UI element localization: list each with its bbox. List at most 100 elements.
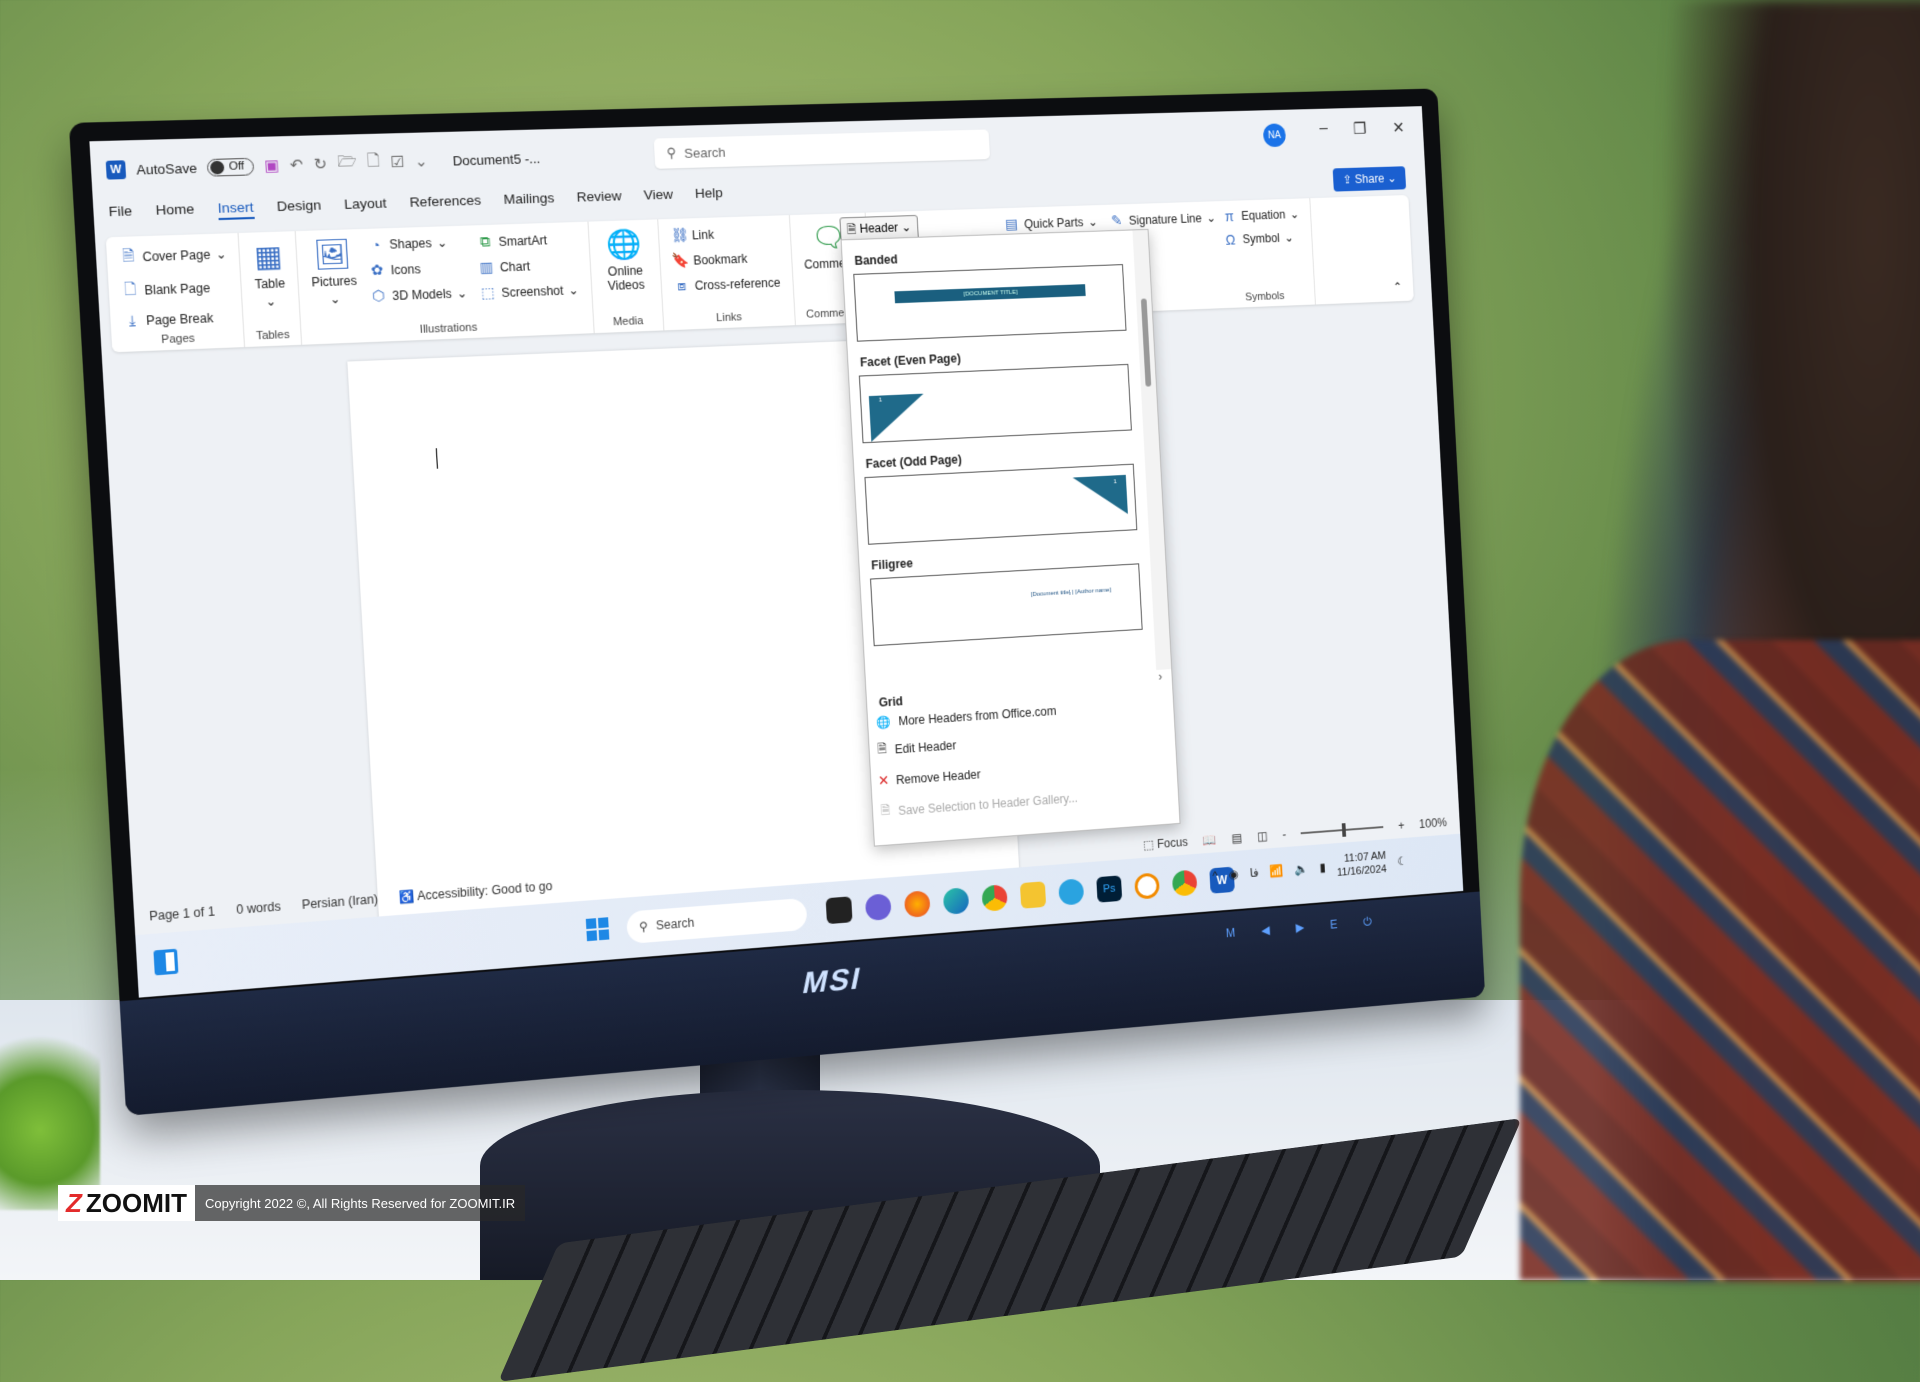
label: Link [691,227,715,242]
online-videos-button[interactable]: 🌐 Online Videos [601,228,650,313]
template-placeholder: 1 [878,397,883,404]
start-button[interactable] [585,917,610,942]
collapse-ribbon-icon[interactable]: ⌃ [1393,280,1403,294]
tray-app-icon[interactable]: ◉ [1229,867,1239,881]
cross-reference-button[interactable]: ⧈ Cross-reference [673,274,781,295]
edit-icon[interactable]: ☑ [390,153,405,172]
tab-home[interactable]: Home [155,201,195,222]
signature-line-button[interactable]: ✎ Signature Line ⌄ [1109,209,1217,229]
blank-page-button[interactable]: 🗋 Blank Page [121,275,229,304]
accessibility-icon: ♿ [398,889,415,905]
3d-models-button[interactable]: ⬡ 3D Models ⌄ [370,284,468,305]
read-mode-icon[interactable]: 📖 [1202,833,1217,848]
cover-page-button[interactable]: 🗎 Cover Page ⌄ [119,242,227,271]
page-break-button[interactable]: ⤓ Page Break [123,308,230,330]
word-count[interactable]: 0 words [236,899,281,917]
power-icon[interactable]: ⏻ [1363,915,1372,930]
quick-parts-button[interactable]: ▤ Quick Parts ⌄ [1004,213,1099,233]
tab-design[interactable]: Design [276,197,321,218]
undo-icon[interactable]: ↶ [289,155,303,174]
shapes-button[interactable]: ◔ Shapes ⌄ [367,234,465,254]
chart-button[interactable]: ▥ Chart [478,256,578,277]
tab-review[interactable]: Review [576,188,622,209]
tab-mailings[interactable]: Mailings [503,190,555,211]
telegram-icon[interactable] [1058,878,1085,906]
search-placeholder: Search [655,915,695,933]
smartart-button[interactable]: ⧉ SmartArt [476,230,576,251]
wifi-icon[interactable]: 📶 [1269,864,1284,879]
header-template-banded[interactable]: [DOCUMENT TITLE] [853,264,1127,342]
shapes-icon: ◔ [370,236,381,254]
share-button[interactable]: ⇪ Share ⌄ [1332,166,1407,192]
restore-icon[interactable]: ❐ [1353,119,1367,139]
zoom-out-button[interactable]: - [1282,828,1286,842]
scrollbar-thumb[interactable] [1140,298,1152,387]
close-icon[interactable]: ✕ [1392,118,1405,138]
symbol-button[interactable]: Ω Symbol ⌄ [1223,230,1301,248]
zoom-slider-handle[interactable] [1342,823,1347,837]
chrome-icon[interactable] [981,884,1008,912]
save-icon[interactable]: ▣ [264,156,280,175]
accessibility-status[interactable]: ♿ Accessibility: Good to go [398,879,552,905]
tab-insert[interactable]: Insert [217,199,255,221]
pictures-button[interactable]: 🖼 Pictures ⌄ [309,237,359,323]
input-language[interactable]: فا [1249,866,1258,880]
autosave-toggle[interactable]: Off [206,157,255,177]
label: Table [254,276,286,292]
clock[interactable]: 11:07 AM 11/16/2024 [1336,849,1387,880]
zoom-slider[interactable] [1300,823,1384,837]
tab-view[interactable]: View [643,187,673,207]
web-layout-icon[interactable]: ◫ [1257,829,1268,843]
pictures-icon: 🖼 [313,237,353,271]
monitor-buttons: M ◀ ▶ E ⏻ [1226,915,1373,941]
table-button[interactable]: ▦ Table ⌄ [252,240,287,326]
tab-layout[interactable]: Layout [344,195,387,216]
minimize-icon[interactable]: – [1319,120,1328,138]
header-template-filigree[interactable]: [Document title] | [Author name] [870,563,1143,647]
task-view-icon[interactable] [825,896,853,925]
redo-icon[interactable]: ↻ [313,155,327,174]
bookmark-button[interactable]: 🔖 Bookmark [672,249,780,270]
notification-icon[interactable]: ☾ [1397,854,1408,868]
monitor-button[interactable]: ▶ [1295,920,1304,935]
battery-icon[interactable]: ▮ [1319,860,1326,874]
screenshot-button[interactable]: ⬚ Screenshot ⌄ [479,281,579,302]
label: Pictures [310,273,358,290]
widgets-icon[interactable] [153,948,179,976]
new-document-icon[interactable]: 🗋 [367,150,381,176]
tab-references[interactable]: References [409,192,482,214]
link-button[interactable]: ⛓ Link [670,224,778,245]
page-count[interactable]: Page 1 of 1 [149,904,215,923]
file-explorer-icon[interactable] [1019,881,1047,909]
customize-toolbar-icon[interactable]: ⌄ [414,152,428,171]
volume-icon[interactable]: 🔈 [1294,862,1309,877]
language[interactable]: Persian (Iran) [301,892,378,912]
tab-help[interactable]: Help [695,185,724,205]
tab-file[interactable]: File [108,203,133,224]
chart-icon: ▥ [479,258,494,276]
header-template-facet-even[interactable]: 1 [858,363,1132,444]
icons-button[interactable]: ✿ Icons [368,258,466,279]
photoshop-icon[interactable]: Ps [1096,875,1123,903]
firefox-icon[interactable] [903,890,931,918]
chevron-right-icon[interactable]: › [1158,670,1163,684]
edge-icon[interactable] [942,887,970,915]
monitor-button[interactable]: M [1226,926,1236,941]
equation-button[interactable]: π Equation ⌄ [1221,206,1299,224]
teams-icon[interactable] [864,893,892,922]
zoom-in-button[interactable]: + [1398,819,1405,833]
chrome-icon[interactable] [1171,869,1198,897]
taskbar-search[interactable]: ⚲ Search [626,897,808,945]
header-template-facet-odd[interactable]: 1 [864,463,1138,545]
monitor-button[interactable]: ◀ [1261,923,1270,938]
open-folder-icon[interactable]: 🗁 [337,150,358,176]
zoom-level[interactable]: 100% [1419,816,1448,832]
gallery-section-title: Grid [878,694,904,710]
search-icon: ⚲ [638,919,649,935]
page-break-icon: ⤓ [128,311,136,329]
chevron-up-icon[interactable]: ^ [1212,869,1218,883]
monitor-button[interactable]: E [1330,918,1338,933]
system-tray: ^ ◉ فا 📶 🔈 ▮ 11:07 AM 11/16/2024 ☾ [1212,847,1408,889]
print-layout-icon[interactable]: ▤ [1231,831,1242,845]
app-icon[interactable] [1134,872,1160,900]
